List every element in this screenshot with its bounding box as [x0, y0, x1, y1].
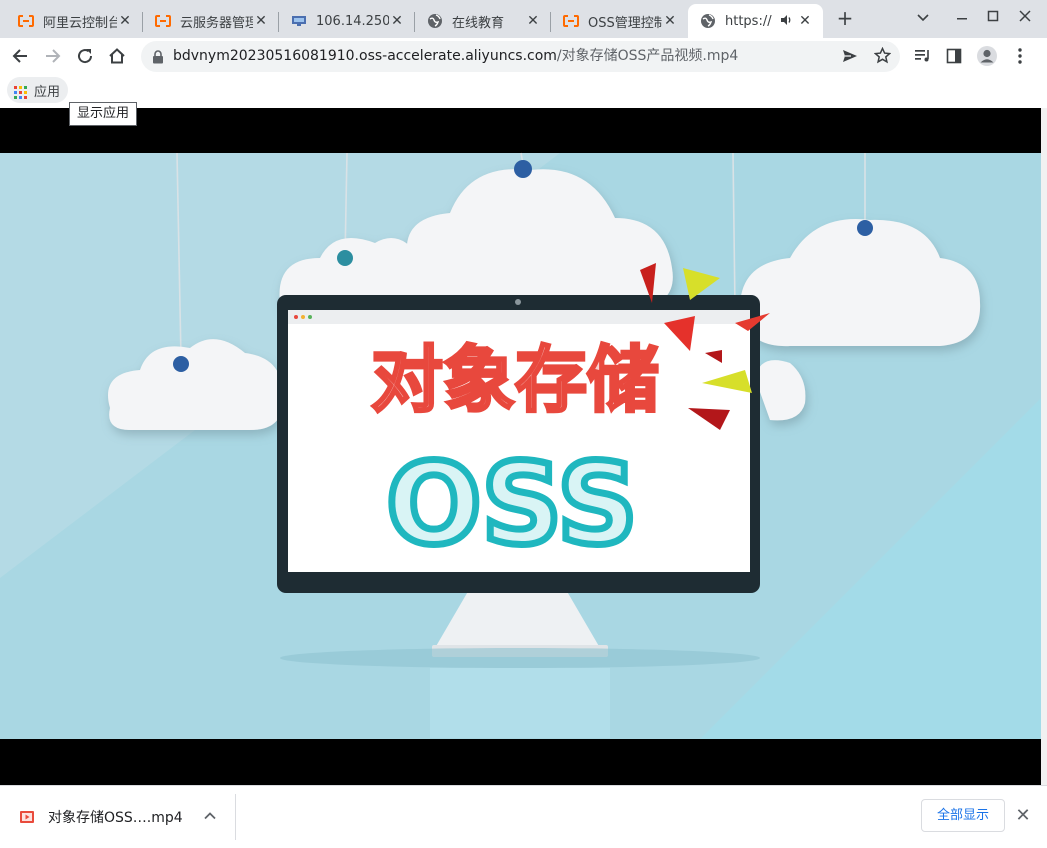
new-tab-button[interactable]: + [834, 8, 856, 30]
apps-grid-icon [14, 84, 27, 99]
close-icon[interactable]: ✕ [117, 13, 133, 29]
aliyun-icon [155, 13, 171, 29]
tab-search-icon[interactable] [910, 6, 936, 30]
close-icon[interactable]: ✕ [662, 13, 678, 29]
maximize-icon[interactable] [980, 6, 1006, 30]
forward-icon[interactable] [41, 44, 65, 68]
chevron-up-icon[interactable] [203, 808, 221, 826]
lock-icon[interactable] [152, 49, 164, 68]
video-frame: 对象存储 OSS [0, 152, 1041, 739]
close-icon[interactable]: ✕ [525, 13, 541, 29]
download-bar: 对象存储OSS….mp4 全部显示 ✕ [0, 785, 1047, 848]
tab-title: 106.14.250 [316, 13, 389, 29]
close-icon[interactable]: ✕ [1013, 806, 1033, 826]
page-scrollbar[interactable] [1041, 108, 1047, 785]
apps-tooltip: 显示应用 [69, 102, 138, 126]
tab-oss-console[interactable]: OSS管理控制 ✕ [551, 4, 688, 38]
star-icon[interactable] [873, 46, 892, 68]
close-icon[interactable]: ✕ [797, 13, 813, 29]
window-close-icon[interactable] [1012, 6, 1038, 30]
show-all-button[interactable]: 全部显示 [921, 799, 1005, 832]
media-control-icon[interactable] [911, 44, 935, 68]
tab-ecs-manage[interactable]: 云服务器管理 ✕ [143, 4, 279, 38]
tab-online-education[interactable]: 在线教育 ✕ [415, 4, 551, 38]
send-icon[interactable] [842, 48, 858, 68]
download-divider [235, 794, 236, 840]
globe-icon [427, 13, 443, 29]
tab-aliyun-console[interactable]: 阿里云控制台 ✕ [0, 4, 143, 38]
url-path: /对象存储OSS产品视频.mp4 [556, 48, 739, 64]
apps-button[interactable]: 应用 [7, 77, 68, 103]
url-host: bdvnym20230516081910.oss-accelerate.aliy… [173, 48, 557, 64]
video-title-cn: 对象存储 [371, 338, 659, 422]
profile-avatar-icon[interactable] [975, 44, 999, 68]
bookmarks-bar: 应用 [0, 75, 1047, 108]
home-icon[interactable] [105, 44, 129, 68]
address-bar[interactable]: bdvnym20230516081910.oss-accelerate.aliy… [141, 41, 900, 72]
tab-title: 在线教育 [452, 15, 505, 31]
video-file-icon [19, 809, 35, 825]
aliyun-icon [563, 13, 579, 29]
download-filename: 对象存储OSS….mp4 [48, 809, 183, 826]
remote-desktop-icon [291, 13, 307, 29]
tab-title: https:// [725, 13, 772, 29]
tab-remote-ip[interactable]: 106.14.250 ✕ [279, 4, 415, 38]
download-item[interactable]: 对象存储OSS….mp4 [0, 786, 236, 847]
menu-kebab-icon[interactable] [1008, 44, 1032, 68]
tab-title: 阿里云控制台 [43, 15, 117, 31]
minimize-icon[interactable] [949, 6, 975, 30]
close-icon[interactable]: ✕ [389, 13, 405, 29]
tab-title: OSS管理控制 [588, 15, 662, 31]
globe-icon [700, 13, 716, 29]
browser-toolbar: bdvnym20230516081910.oss-accelerate.aliy… [0, 38, 1047, 75]
video-player[interactable]: 对象存储 OSS [0, 108, 1041, 785]
tab-video-active[interactable]: https:// ✕ [688, 4, 823, 38]
browser-window: 阿里云控制台 ✕ 云服务器管理 ✕ 106.14.250 ✕ 在线教育 ✕ OS… [0, 0, 1047, 848]
video-title-en: OSS [386, 440, 638, 570]
tab-strip: 阿里云控制台 ✕ 云服务器管理 ✕ 106.14.250 ✕ 在线教育 ✕ OS… [0, 0, 1047, 38]
reload-icon[interactable] [73, 44, 97, 68]
speaker-icon[interactable] [779, 13, 795, 29]
apps-label: 应用 [34, 84, 61, 100]
aliyun-icon [18, 13, 34, 29]
close-icon[interactable]: ✕ [253, 13, 269, 29]
url-text[interactable]: bdvnym20230516081910.oss-accelerate.aliy… [173, 41, 738, 72]
side-panel-icon[interactable] [942, 44, 966, 68]
tab-title: 云服务器管理 [180, 15, 253, 31]
back-icon[interactable] [8, 44, 32, 68]
